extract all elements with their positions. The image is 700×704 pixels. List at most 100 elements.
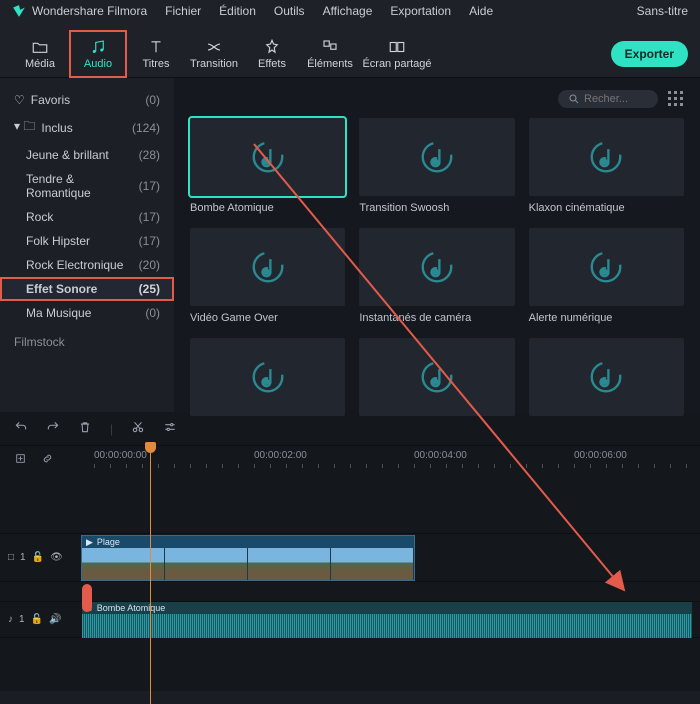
filmora-logo-icon	[12, 4, 26, 18]
audio-card-label: Vidéo Game Over	[190, 312, 345, 324]
sidebar-filmstock[interactable]: Filmstock	[0, 325, 174, 359]
sidebar-item-label: Ma Musique	[26, 306, 91, 320]
audio-track-id: 1	[19, 614, 25, 625]
folder-icon	[31, 38, 49, 56]
grid-view-icon[interactable]	[668, 91, 684, 107]
sidebar-item-electro[interactable]: Rock Electronique(20)	[0, 253, 174, 277]
audio-clip-icon	[249, 248, 287, 286]
tab-effects-label: Effets	[258, 58, 286, 70]
effects-icon	[263, 38, 281, 56]
volume-icon[interactable]: 🔊	[49, 614, 61, 625]
track-spacer	[0, 474, 700, 534]
audio-card[interactable]	[529, 338, 684, 422]
tab-audio[interactable]: Audio	[70, 31, 126, 77]
audio-thumb	[190, 338, 345, 416]
ruler-tick: 00:00:02:00	[254, 450, 307, 461]
library-grid: Bombe Atomique Transition Swoosh Klaxon …	[174, 78, 700, 412]
audio-card[interactable]: Bombe Atomique	[190, 118, 345, 214]
link-button[interactable]	[41, 452, 54, 468]
video-track-icon: □	[8, 552, 14, 563]
add-marker-button[interactable]	[14, 452, 27, 468]
tab-media[interactable]: Média	[12, 31, 68, 77]
menu-help[interactable]: Aide	[469, 4, 493, 18]
audio-clip-label: Bombe Atomique	[97, 603, 166, 613]
menu-export[interactable]: Exportation	[390, 4, 451, 18]
undo-button[interactable]	[14, 420, 28, 437]
audio-clip-icon	[249, 138, 287, 176]
track-spacer2	[0, 582, 700, 602]
sidebar-item-jeune[interactable]: Jeune & brillant(28)	[0, 143, 174, 167]
sidebar-item-ma-musique[interactable]: Ma Musique(0)	[0, 301, 174, 325]
audio-clip-icon	[587, 248, 625, 286]
audio-thumb	[529, 228, 684, 306]
menu-edit[interactable]: Édition	[219, 4, 256, 18]
audio-card[interactable]: Instantanés de caméra	[359, 228, 514, 324]
tab-effects[interactable]: Effets	[244, 31, 300, 77]
time-ruler[interactable]: 00:00:00:00 00:00:02:00 00:00:04:00 00:0…	[68, 446, 686, 474]
audio-thumb	[529, 118, 684, 196]
audio-card-label: Instantanés de caméra	[359, 312, 514, 324]
tab-elements[interactable]: Éléments	[302, 31, 358, 77]
search-icon	[568, 93, 580, 105]
audio-card[interactable]: Klaxon cinématique	[529, 118, 684, 214]
sidebar-included-count: (124)	[132, 121, 160, 135]
sidebar-item-folk[interactable]: Folk Hipster(17)	[0, 229, 174, 253]
audio-card[interactable]	[359, 338, 514, 422]
menu-view[interactable]: Affichage	[323, 4, 373, 18]
tab-titles[interactable]: Titres	[128, 31, 184, 77]
app-name: Wondershare Filmora	[32, 4, 147, 18]
search-input[interactable]	[584, 93, 644, 105]
sidebar-item-effet-sonore[interactable]: Effet Sonore(25)	[0, 277, 174, 301]
sidebar-item-tendre[interactable]: Tendre & Romantique(17)	[0, 167, 174, 205]
waveform	[82, 614, 692, 638]
sidebar-favorites-label: Favoris	[31, 93, 70, 107]
clip-handle[interactable]	[82, 584, 92, 612]
video-clip-label: Plage	[97, 537, 120, 547]
audio-card-label: Klaxon cinématique	[529, 202, 684, 214]
document-title: Sans-titre	[637, 4, 688, 18]
export-button[interactable]: Exporter	[611, 41, 688, 67]
lock-icon[interactable]: 🔓	[32, 552, 44, 563]
audio-clip[interactable]: ♫Bombe Atomique	[82, 602, 692, 638]
tab-audio-label: Audio	[84, 58, 112, 70]
audio-track[interactable]: ♪ 1 🔓 🔊 ♫Bombe Atomique	[0, 602, 700, 638]
timeline-header: 00:00:00:00 00:00:02:00 00:00:04:00 00:0…	[0, 446, 700, 474]
sidebar-item-rock[interactable]: Rock(17)	[0, 205, 174, 229]
audio-card[interactable]	[190, 338, 345, 422]
video-clip[interactable]: ▶Plage	[82, 536, 414, 580]
sidebar-item-label: Rock Electronique	[26, 258, 123, 272]
sidebar-item-label: Effet Sonore	[26, 282, 97, 296]
visibility-icon[interactable]: 👁	[50, 552, 63, 563]
sidebar-item-label: Folk Hipster	[26, 234, 90, 248]
sidebar-favorites[interactable]: ♡ Favoris (0)	[0, 88, 174, 112]
ruler-tick: 00:00:06:00	[574, 450, 627, 461]
tab-split-screen[interactable]: Écran partagé	[360, 31, 434, 77]
redo-button[interactable]	[46, 420, 60, 437]
lock-icon[interactable]: 🔓	[31, 614, 43, 625]
search-box[interactable]	[558, 90, 658, 108]
audio-card[interactable]: Vidéo Game Over	[190, 228, 345, 324]
sidebar: ♡ Favoris (0) ▾ 🗀 Inclus (124) Jeune & b…	[0, 78, 174, 412]
menu-tools[interactable]: Outils	[274, 4, 305, 18]
app-logo: Wondershare Filmora	[12, 4, 147, 18]
playhead[interactable]	[150, 446, 151, 704]
audio-clip-icon	[418, 138, 456, 176]
audio-thumb	[190, 118, 345, 196]
sidebar-included[interactable]: ▾ 🗀 Inclus (124)	[0, 112, 174, 143]
video-track[interactable]: □ 1 🔓 👁 ▶Plage	[0, 534, 700, 582]
tab-transition-label: Transition	[190, 58, 238, 70]
audio-card[interactable]: Alerte numérique	[529, 228, 684, 324]
cut-button[interactable]	[131, 420, 145, 437]
sidebar-included-label: Inclus	[41, 121, 72, 135]
tab-titles-label: Titres	[142, 58, 169, 70]
text-icon	[147, 38, 165, 56]
delete-button[interactable]	[78, 420, 92, 437]
main-toolbar: Média Audio Titres Transition Effets Élé…	[0, 22, 700, 78]
audio-card[interactable]: Transition Swoosh	[359, 118, 514, 214]
ruler-tick: 00:00:00:00	[94, 450, 147, 461]
video-track-head: □ 1 🔓 👁	[0, 552, 72, 563]
settings-button[interactable]	[163, 420, 177, 437]
menu-file[interactable]: Fichier	[165, 4, 201, 18]
audio-clip-icon	[418, 358, 456, 396]
tab-transition[interactable]: Transition	[186, 31, 242, 77]
